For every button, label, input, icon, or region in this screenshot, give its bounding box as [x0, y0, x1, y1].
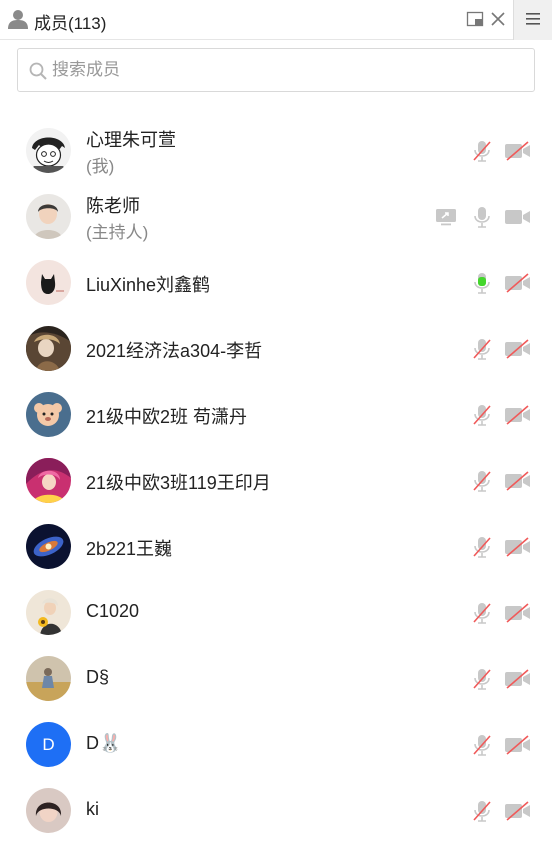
mic-muted-icon[interactable]: [470, 601, 494, 625]
avatar: [26, 260, 71, 305]
avatar: D: [26, 722, 71, 767]
member-name: 2021经济法a304-李哲: [86, 341, 263, 361]
panel-title: 成员(113): [34, 14, 107, 33]
mic-muted-icon[interactable]: [470, 733, 494, 757]
popout-icon[interactable]: [466, 10, 484, 28]
screen-share-icon[interactable]: [435, 208, 457, 226]
member-row[interactable]: 陈老师 (主持人): [0, 184, 552, 250]
camera-off-icon[interactable]: [504, 273, 531, 293]
avatar: [26, 392, 71, 437]
camera-off-icon[interactable]: [504, 735, 531, 755]
member-name: D🐰: [86, 733, 122, 753]
camera-off-icon[interactable]: [504, 405, 531, 425]
search-input[interactable]: [52, 49, 522, 91]
camera-off-icon[interactable]: [504, 537, 531, 557]
mic-muted-icon[interactable]: [470, 535, 494, 559]
camera-off-icon[interactable]: [504, 801, 531, 821]
member-role: (主持人): [86, 223, 149, 242]
avatar: [26, 458, 71, 503]
avatar: [26, 194, 71, 239]
menu-button[interactable]: [513, 0, 552, 40]
member-role: (我): [86, 157, 115, 176]
avatar: [26, 590, 71, 635]
mic-muted-icon[interactable]: [470, 469, 494, 493]
avatar: [26, 128, 71, 173]
mic-muted-icon[interactable]: [470, 403, 494, 427]
mic-active-icon[interactable]: [470, 271, 494, 295]
mic-muted-icon[interactable]: [470, 139, 494, 163]
avatar: [26, 788, 71, 833]
mic-muted-icon[interactable]: [470, 667, 494, 691]
member-name: C1020: [86, 601, 140, 621]
member-name: 21级中欧3班119王印月: [86, 473, 271, 493]
member-name: LiuXinhe刘鑫鹤: [86, 275, 211, 295]
members-panel-header: 成员(113): [0, 0, 552, 40]
hamburger-menu-icon: [526, 13, 540, 25]
camera-off-icon[interactable]: [504, 141, 531, 161]
search-box: [17, 48, 535, 92]
avatar: [26, 326, 71, 371]
camera-off-icon[interactable]: [504, 471, 531, 491]
mic-icon[interactable]: [470, 205, 494, 229]
person-icon: [8, 10, 28, 29]
member-row[interactable]: D§: [0, 646, 552, 712]
member-row[interactable]: 2021经济法a304-李哲: [0, 316, 552, 382]
member-name: 心理朱可萱: [86, 130, 176, 150]
member-row[interactable]: LiuXinhe刘鑫鹤: [0, 250, 552, 316]
member-row[interactable]: ki: [0, 778, 552, 844]
member-name: ki: [86, 799, 99, 819]
member-row[interactable]: 21级中欧2班 苟潇丹: [0, 382, 552, 448]
avatar: [26, 524, 71, 569]
member-row[interactable]: 心理朱可萱 (我): [0, 118, 552, 184]
member-row[interactable]: 2b221王巍: [0, 514, 552, 580]
camera-off-icon[interactable]: [504, 603, 531, 623]
close-icon[interactable]: [489, 10, 507, 28]
member-list: 心理朱可萱 (我) 陈老师 (主持人) LiuXinhe刘鑫鹤 2021经济法a304-李…: [0, 118, 552, 844]
avatar: [26, 656, 71, 701]
camera-off-icon[interactable]: [504, 669, 531, 689]
member-name: 21级中欧2班 苟潇丹: [86, 407, 248, 427]
member-row[interactable]: C1020: [0, 580, 552, 646]
member-name: 陈老师: [86, 196, 140, 216]
camera-off-icon[interactable]: [504, 339, 531, 359]
member-name: D§: [86, 667, 110, 687]
mic-muted-icon[interactable]: [470, 799, 494, 823]
member-row[interactable]: 21级中欧3班119王印月: [0, 448, 552, 514]
member-row[interactable]: D D🐰: [0, 712, 552, 778]
search-icon: [29, 62, 47, 80]
member-name: 2b221王巍: [86, 539, 173, 559]
mic-muted-icon[interactable]: [470, 337, 494, 361]
camera-icon[interactable]: [504, 207, 531, 227]
